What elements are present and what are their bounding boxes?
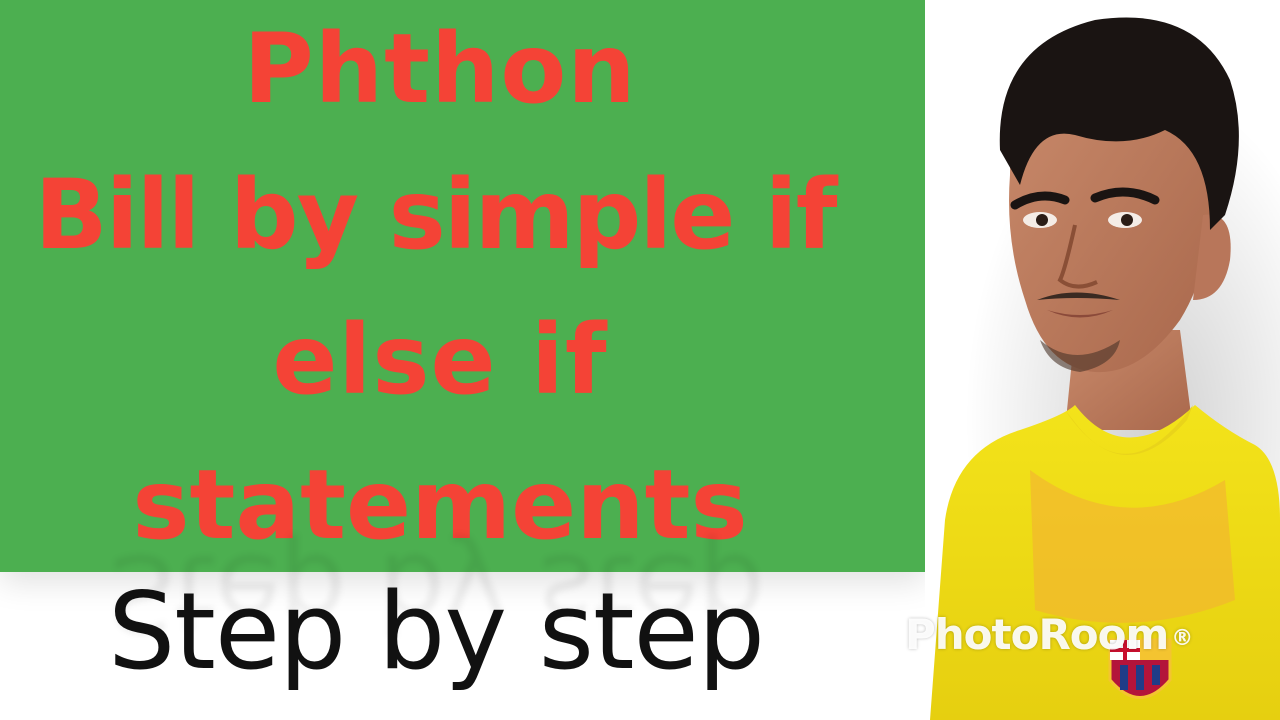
title-panel: Phthon Bill by simple if else if stateme… xyxy=(0,0,925,572)
title-line-3: else if xyxy=(272,304,608,416)
subtitle: Step by step xyxy=(108,570,765,693)
watermark-text: PhotoRoom xyxy=(905,610,1169,659)
registered-mark-icon: ® xyxy=(1171,626,1193,651)
title-line-1: Phthon xyxy=(243,13,637,125)
title-line-2: Bill by simple if xyxy=(34,159,838,271)
photoroom-watermark: PhotoRoom ® xyxy=(905,610,1193,660)
